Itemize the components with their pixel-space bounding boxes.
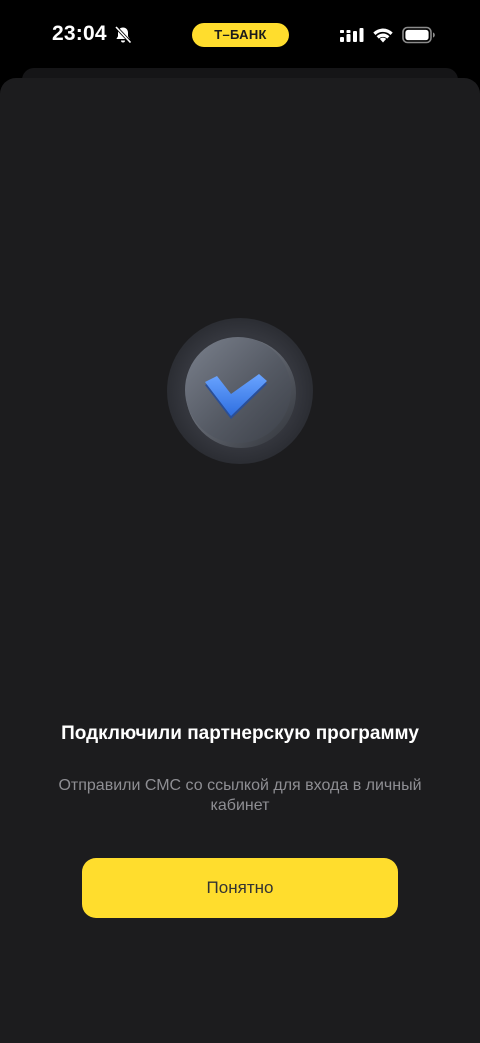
success-title: Подключили партнерскую программу	[61, 723, 419, 744]
bank-logo-pill[interactable]: Т–БАНК	[192, 23, 289, 47]
bell-slash-icon	[114, 25, 132, 44]
success-subtitle: Отправили СМС со ссылкой для входа в лич…	[58, 777, 422, 814]
confirm-button[interactable]: Понятно	[82, 858, 398, 918]
status-time: 23:04	[52, 22, 107, 45]
cellular-signal-icon	[340, 28, 364, 42]
wifi-icon	[373, 28, 393, 43]
checkmark-icon	[167, 318, 313, 464]
status-bar: 23:04 Т–БАНК	[0, 0, 480, 70]
battery-icon	[402, 26, 435, 44]
